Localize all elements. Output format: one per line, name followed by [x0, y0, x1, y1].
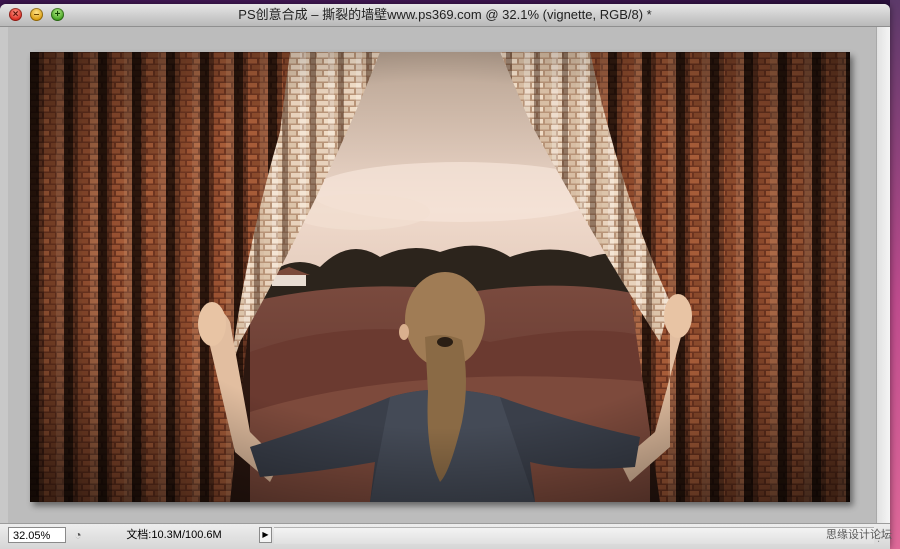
title-bar[interactable]: × – + PS创意合成 – 撕裂的墙壁www.ps369.com @ 32.1…: [0, 4, 890, 27]
document-size-info: 文档:10.3M/100.6M: [126, 529, 222, 541]
desktop-background: [890, 0, 900, 549]
document-canvas[interactable]: [30, 52, 850, 502]
canvas-artwork: [30, 52, 850, 502]
status-menu-button[interactable]: ▶: [259, 527, 272, 543]
photoshop-document-window: × – + PS创意合成 – 撕裂的墙壁www.ps369.com @ 32.1…: [0, 4, 890, 549]
window-title: PS创意合成 – 撕裂的墙壁www.ps369.com @ 32.1% (vig…: [238, 7, 652, 22]
vertical-scrollbar[interactable]: [876, 27, 890, 523]
site-watermark: 思缘设计论坛 www.MISSYUAN.COM: [826, 529, 892, 541]
status-indicator-icon[interactable]: ◔: [70, 527, 86, 543]
zoom-level-input[interactable]: 32.05%: [8, 527, 66, 543]
play-arrow-icon: ▶: [262, 530, 269, 539]
